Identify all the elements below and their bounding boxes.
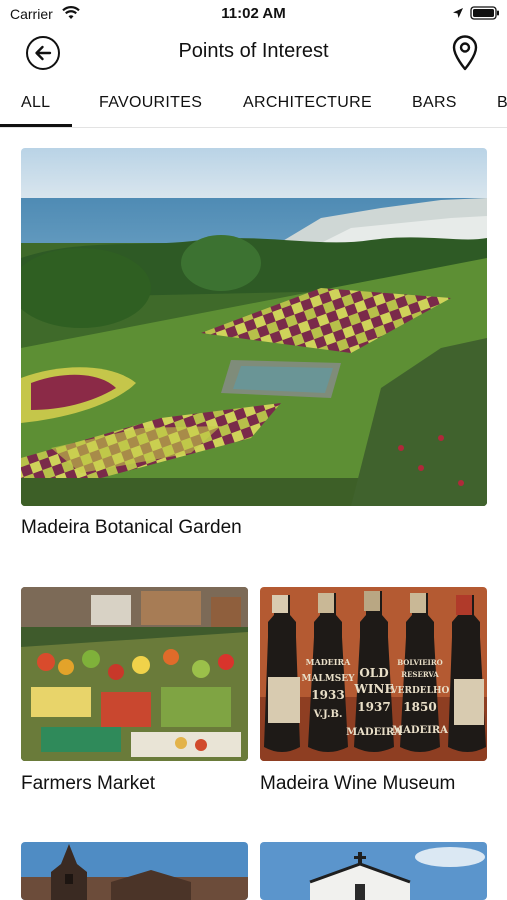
place-card[interactable]: MADEIRA MALMSEY 1933 V.J.B. OLD WINE 193…	[260, 587, 487, 807]
map-pin-icon[interactable]	[450, 34, 480, 72]
tab-truncated[interactable]: B	[497, 94, 507, 112]
place-title: Farmers Market	[21, 773, 156, 794]
wine-label-text: MADEIRA	[392, 725, 448, 736]
botanical-garden-photo	[21, 148, 487, 506]
cathedral-photo	[21, 842, 248, 900]
clock: 11:02 AM	[221, 5, 286, 22]
status-bar: Carrier 11:02 AM	[0, 0, 507, 28]
farmers-market-photo	[21, 587, 248, 761]
tabs-divider	[0, 127, 507, 128]
place-card[interactable]	[260, 842, 487, 900]
wine-label-text: 1933	[311, 688, 344, 702]
tab-all[interactable]: ALL	[21, 94, 50, 112]
wine-label-text: VERDELHO	[390, 686, 450, 696]
place-card[interactable]: Madeira Botanical Garden	[21, 148, 487, 548]
place-title: Madeira Botanical Garden	[21, 517, 242, 538]
battery-icon	[470, 6, 499, 20]
tab-architecture[interactable]: ARCHITECTURE	[243, 94, 372, 112]
wine-label-text: OLD	[359, 666, 388, 680]
tab-bars[interactable]: BARS	[412, 94, 457, 112]
wine-label-text: MADEIRA	[306, 657, 351, 667]
location-arrow-icon	[453, 8, 463, 18]
wine-label-text: V.J.B.	[313, 709, 343, 720]
wine-label-text: BOLVIEIRO	[397, 658, 442, 667]
wine-label-text: 1937	[357, 700, 390, 714]
wine-label-text: 1850	[403, 700, 436, 714]
navigation-bar: Points of Interest	[0, 28, 507, 78]
category-tabs: ALL FAVOURITES ARCHITECTURE BARS B	[0, 84, 507, 128]
wine-museum-photo: MADEIRA MALMSEY 1933 V.J.B. OLD WINE 193…	[260, 587, 487, 761]
wine-label-text: MALMSEY	[301, 674, 355, 684]
place-card[interactable]	[21, 842, 248, 900]
page-title: Points of Interest	[178, 40, 329, 62]
wine-label-text: WINE	[353, 682, 393, 696]
place-title: Madeira Wine Museum	[260, 773, 456, 794]
wine-label-text: RESERVA	[401, 670, 439, 679]
tab-favourites[interactable]: FAVOURITES	[99, 94, 202, 112]
place-card[interactable]: Farmers Market	[21, 587, 248, 807]
church-photo	[260, 842, 487, 900]
